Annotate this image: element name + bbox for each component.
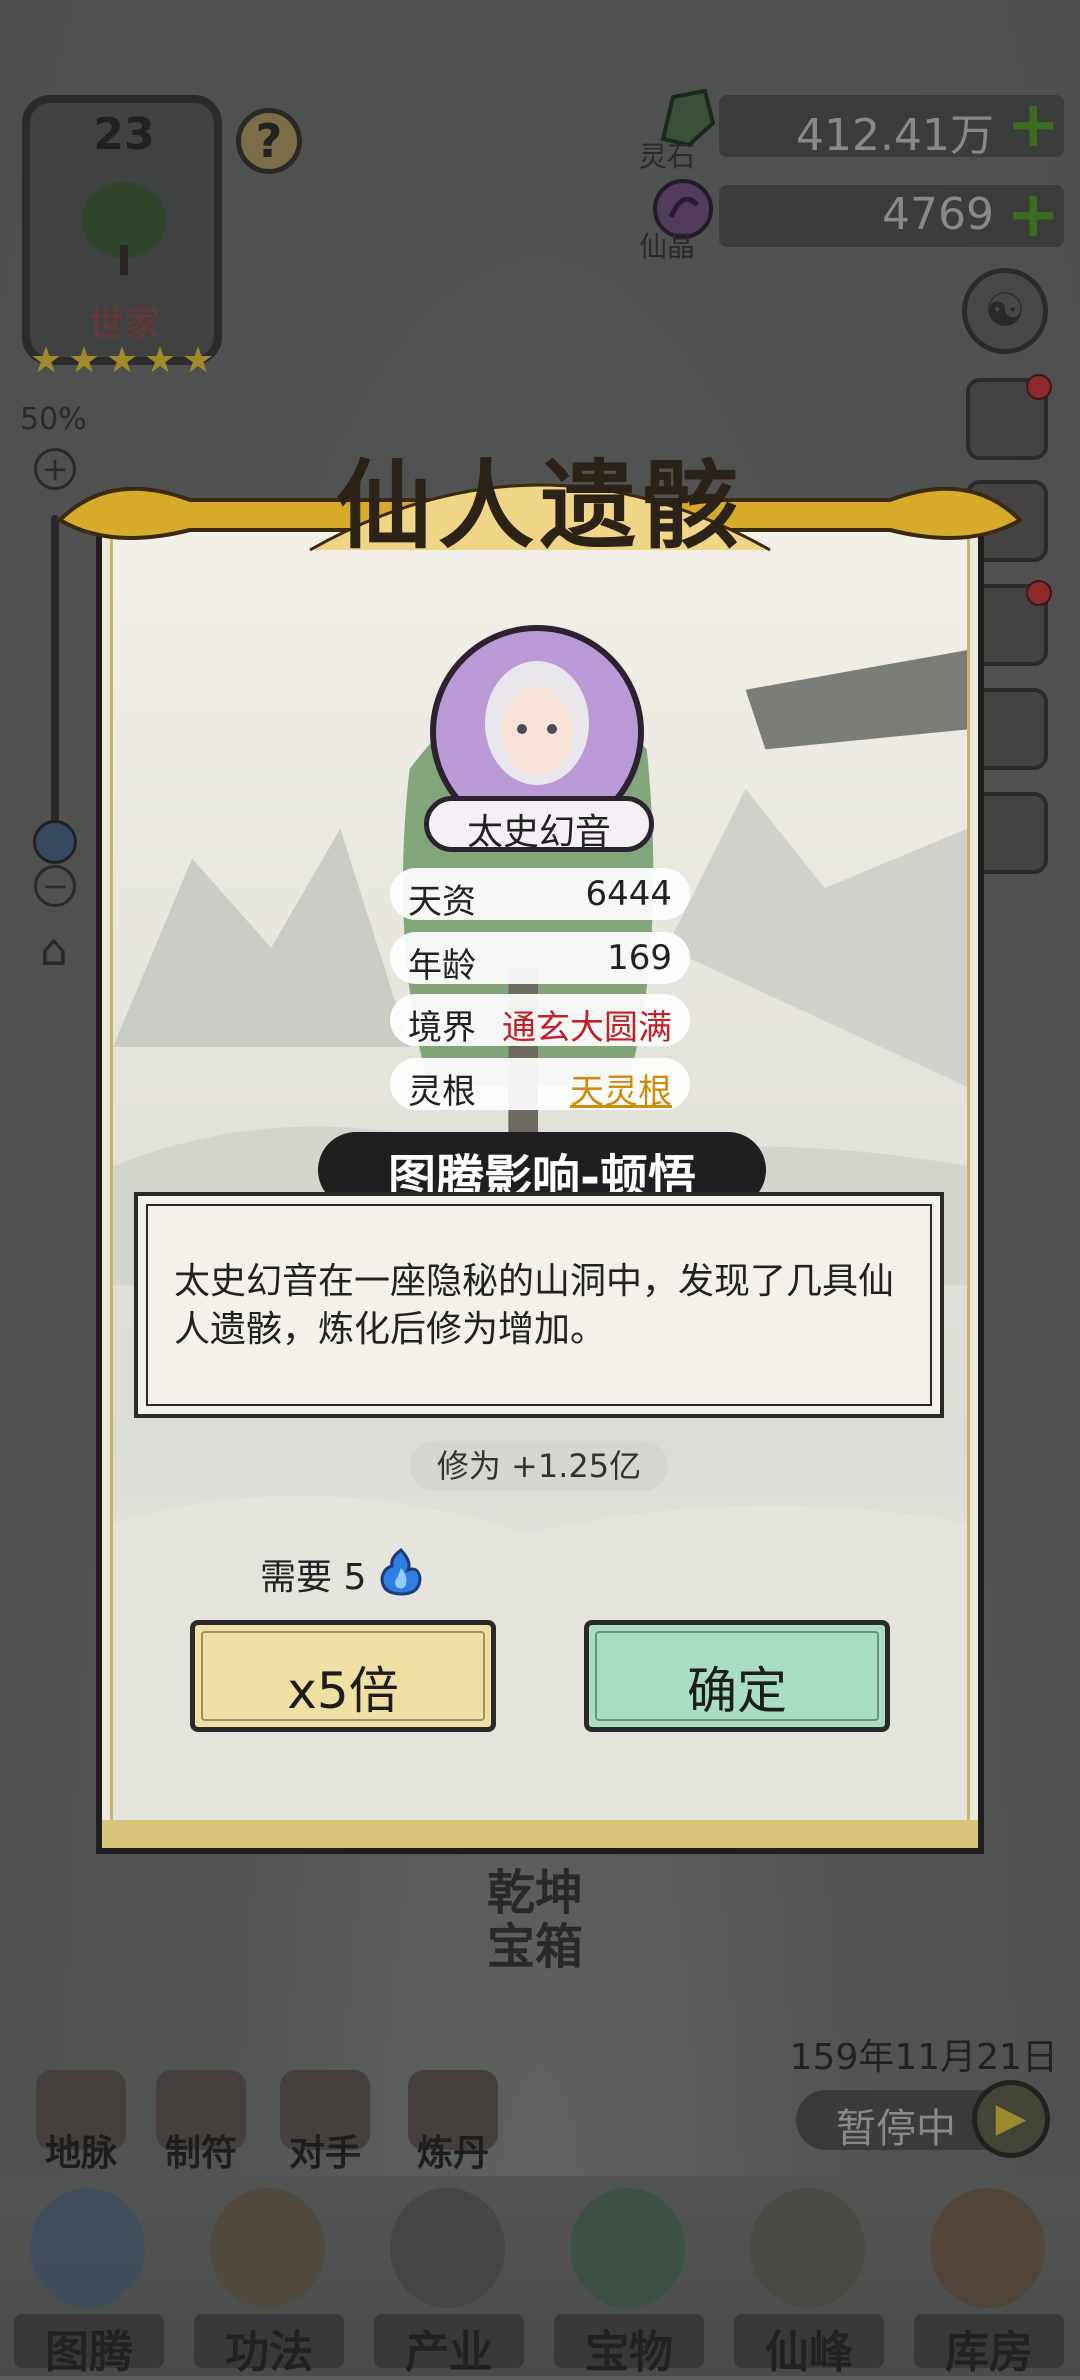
dialog-title: 仙人遗骸 <box>336 449 744 562</box>
stat-row-age: 年龄 169 <box>390 932 690 986</box>
stat-key: 境界 <box>408 1008 476 1048</box>
event-description-box: 太史幻音在一座隐秘的山洞中，发现了几具仙人遗骸，炼化后修为增加。 <box>134 1192 944 1418</box>
multiply-label: x5倍 <box>287 1662 399 1720</box>
stat-row-talent: 天资 6444 <box>390 868 690 922</box>
stat-value: 169 <box>607 938 672 978</box>
cost-label: 需要 5 <box>260 1557 367 1598</box>
character-name: 太史幻音 <box>466 812 611 853</box>
dialog-bottom-band <box>102 1820 978 1848</box>
blue-flame-icon <box>380 1547 422 1596</box>
stat-value: 6444 <box>585 874 672 914</box>
multiply-x5-button[interactable]: x5倍 <box>190 1620 496 1732</box>
spirit-root-link[interactable]: 天灵根 <box>570 1064 672 1113</box>
event-description: 太史幻音在一座隐秘的山洞中，发现了几具仙人遗骸，炼化后修为增加。 <box>174 1261 895 1350</box>
stat-value: 通玄大圆满 <box>502 1008 672 1048</box>
stat-row-spirit-root: 灵根 天灵根 <box>390 1058 690 1113</box>
stat-row-realm: 境界 通玄大圆满 <box>390 994 690 1048</box>
dialog-title-banner: 仙人遗骸 <box>50 420 1030 570</box>
stat-key: 灵根 <box>408 1072 476 1112</box>
stat-key: 天资 <box>408 882 476 922</box>
stat-key: 年龄 <box>408 946 476 986</box>
confirm-button[interactable]: 确定 <box>584 1620 890 1732</box>
character-name-plate: 太史幻音 <box>424 796 654 853</box>
reward-badge: 修为 +1.25亿 <box>410 1441 668 1491</box>
confirm-label: 确定 <box>687 1662 787 1720</box>
